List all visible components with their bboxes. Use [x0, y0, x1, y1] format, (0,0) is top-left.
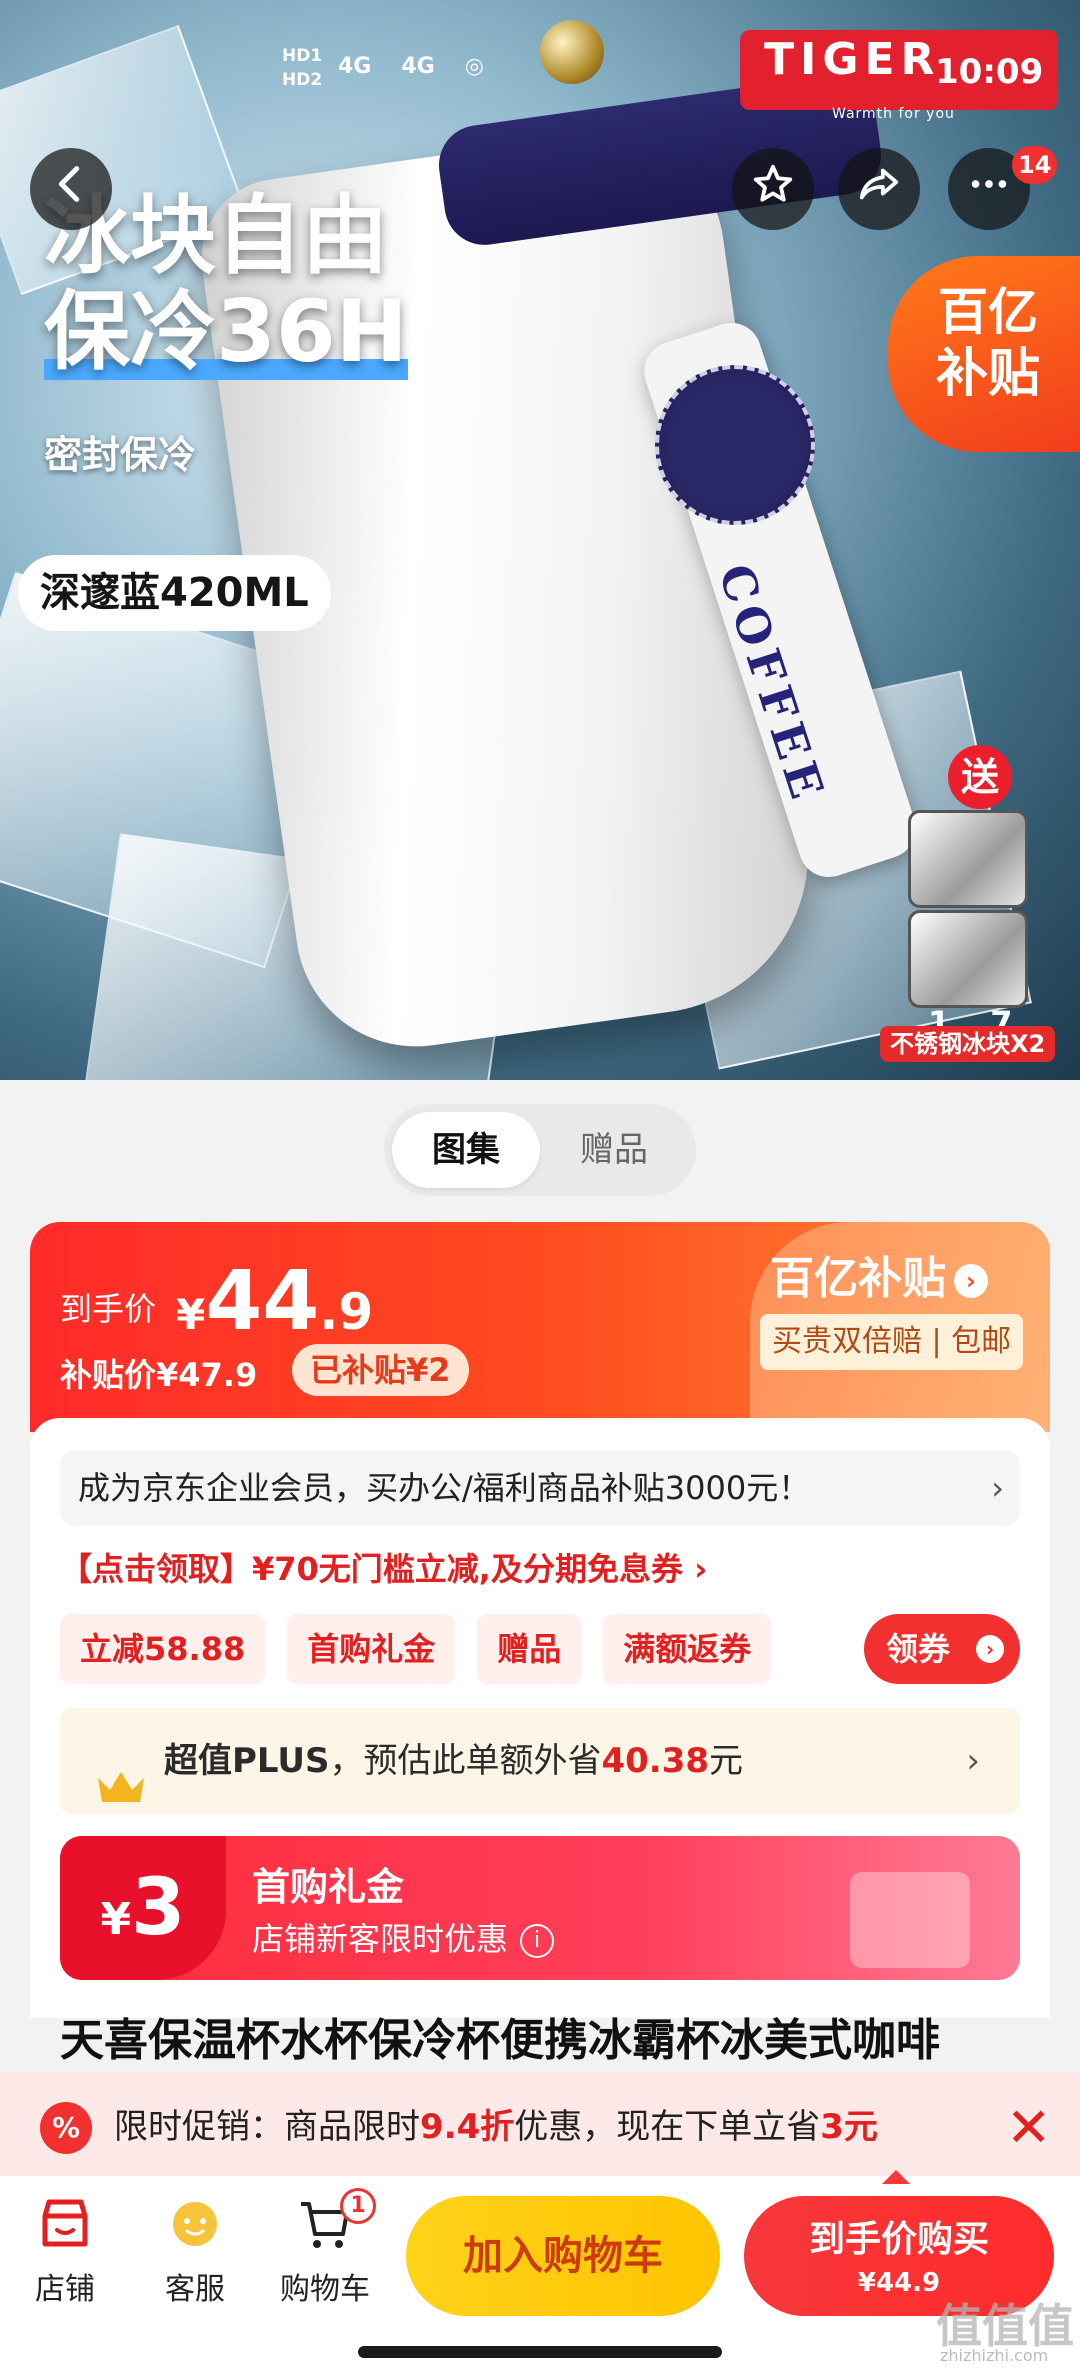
- gift-currency: ¥: [100, 1894, 132, 1945]
- discount-icon: %: [40, 2102, 92, 2154]
- tab-gifts[interactable]: 赠品: [540, 1112, 688, 1188]
- product-title: 天喜保温杯水杯保冷杯便携冰霸杯冰美式咖啡: [60, 2015, 940, 2066]
- status-signal: 4G 4G ◎: [338, 54, 484, 79]
- gift-desc-text: 店铺新客限时优惠: [252, 1920, 509, 1958]
- final-price-currency: ¥: [176, 1290, 206, 1339]
- subsidy-brand-label: 百亿补贴: [770, 1253, 946, 1304]
- cart-button[interactable]: 1 购物车: [260, 2188, 390, 2308]
- claim-coupon-link[interactable]: 【点击领取】¥70无门槛立减,及分期免息券 ›: [60, 1544, 707, 1590]
- promo-tags: 立减58.88 首购礼金 赠品 满额返券: [60, 1614, 772, 1684]
- bottle-knob: [540, 20, 604, 84]
- brand-logo-text: TIGER: [764, 34, 941, 85]
- subsidized-amount-badge: 已补贴¥2: [292, 1344, 469, 1396]
- customer-service-icon: [130, 2194, 260, 2254]
- steel-ice-cube-image: [908, 910, 1028, 1008]
- plus-amount: 40.38: [601, 1741, 710, 1781]
- status-hd1: HD1: [282, 46, 323, 66]
- star-icon: [750, 161, 796, 218]
- share-button[interactable]: [838, 148, 920, 230]
- plus-text: ，预估此单额外省: [329, 1741, 602, 1781]
- message-count-badge: 14: [1012, 146, 1058, 184]
- plus-brand: 超值PLUS: [164, 1741, 330, 1781]
- customer-service-button[interactable]: 客服: [130, 2194, 260, 2308]
- status-hd: HD1 HD2: [282, 44, 322, 92]
- cart-count-badge: 1: [340, 2188, 376, 2224]
- signal-icon: 4G: [401, 54, 435, 79]
- get-coupon-label: 领券: [886, 1630, 951, 1668]
- status-time: 10:09: [935, 52, 1044, 92]
- add-to-cart-button[interactable]: 加入购物车: [406, 2196, 720, 2316]
- gift-title: 首购礼金: [252, 1865, 405, 1909]
- gift-amount: ¥3: [60, 1836, 226, 1980]
- store-button[interactable]: 店铺: [0, 2194, 130, 2308]
- subsidy-badge-line2: 补贴: [935, 344, 1040, 404]
- back-arrow-icon: [48, 161, 94, 218]
- limited-promo-bar[interactable]: % 限时促销：商品限时9.4折优惠，现在下单立省3元 ✕: [0, 2072, 1080, 2176]
- gift-box-icon: [850, 1872, 970, 1968]
- promo-tag-first-gift[interactable]: 首购礼金: [287, 1614, 456, 1684]
- buy-pointer-arrow: [882, 2170, 910, 2184]
- info-icon[interactable]: i: [520, 1924, 555, 1958]
- price-guarantee: 买贵双倍赔 | 包邮: [760, 1314, 1024, 1370]
- share-icon: [856, 161, 902, 218]
- tab-gallery[interactable]: 图集: [392, 1112, 540, 1188]
- price-card: 到手价 ¥44.9 补贴价¥47.9 已补贴¥2 百亿补贴 › 买贵双倍赔 | 包…: [30, 1222, 1050, 1432]
- promo-tag-coupon[interactable]: 满额返券: [603, 1614, 772, 1684]
- subsidy-badge[interactable]: 百亿 补贴: [888, 256, 1080, 452]
- chevron-right-icon: ›: [976, 1635, 1004, 1663]
- gift-tag: 送: [948, 745, 1012, 809]
- final-price-int: 44: [205, 1254, 320, 1349]
- gift-value: 3: [131, 1863, 186, 1953]
- chevron-right-icon: ›: [991, 1469, 1004, 1507]
- chevron-right-icon: ›: [966, 1741, 980, 1781]
- final-price-label: 到手价: [60, 1290, 157, 1328]
- watermark-sub: zhizhizhi.com: [940, 2346, 1049, 2365]
- brand-slogan: Warmth for you: [832, 106, 955, 122]
- first-purchase-gift-card[interactable]: ¥3 首购礼金 店铺新客限时优惠 i: [60, 1836, 1020, 1980]
- gift-label: 不锈钢冰块X2: [880, 1026, 1056, 1062]
- enterprise-text: 成为京东企业会员，买办公/福利商品补贴3000元！: [78, 1469, 811, 1507]
- product-image-gallery[interactable]: COFFEE 冰块自由 保冷36H 密封保冷 深邃蓝420ML TIGER Wa…: [0, 0, 1080, 1080]
- plus-savings-bar[interactable]: 超值PLUS，预估此单额外省40.38元 ›: [60, 1708, 1020, 1814]
- subsidy-brand-link[interactable]: 百亿补贴 ›: [770, 1242, 988, 1306]
- close-icon[interactable]: ✕: [1006, 2096, 1051, 2159]
- promo-tag-discount[interactable]: 立减58.88: [60, 1614, 266, 1684]
- get-coupon-button[interactable]: 领券 ›: [864, 1614, 1020, 1684]
- gallery-tabs: 图集 赠品: [384, 1104, 696, 1196]
- steel-ice-cube-image: [908, 810, 1028, 908]
- limit-save: 3元: [820, 2107, 878, 2147]
- gift-desc: 店铺新客限时优惠 i: [252, 1914, 555, 1960]
- favorite-button[interactable]: [732, 148, 814, 230]
- buy-now-label: 到手价购买: [808, 2219, 989, 2260]
- store-icon: [0, 2194, 130, 2254]
- limit-prefix: 限时促销：商品限时: [114, 2107, 420, 2147]
- back-button[interactable]: [30, 148, 112, 230]
- plus-unit: 元: [709, 1741, 744, 1781]
- final-price-dec: .9: [319, 1283, 374, 1341]
- promo-tag-gift[interactable]: 赠品: [477, 1614, 582, 1684]
- chevron-right-icon: ›: [954, 1264, 988, 1298]
- subsidy-price: 补贴价¥47.9: [60, 1356, 258, 1394]
- hero-subtitle: 密封保冷: [44, 433, 197, 477]
- more-dots-icon: [966, 161, 1012, 218]
- store-label: 店铺: [35, 2272, 95, 2307]
- home-indicator[interactable]: [358, 2346, 722, 2358]
- limit-discount: 9.4折: [420, 2107, 515, 2147]
- subsidy-badge-line1: 百亿: [938, 283, 1038, 341]
- cart-label: 购物车: [280, 2272, 370, 2307]
- limited-promo-text: 限时促销：商品限时9.4折优惠，现在下单立省3元: [114, 2072, 878, 2182]
- final-price: ¥44.9: [176, 1254, 373, 1349]
- strap-badge: [655, 365, 815, 525]
- capacity-label: 深邃蓝420ML: [18, 555, 331, 631]
- hero-title-line2: 保冷36H: [44, 282, 408, 382]
- enterprise-member-banner[interactable]: 成为京东企业会员，买办公/福利商品补贴3000元！ ›: [60, 1450, 1020, 1526]
- customer-service-label: 客服: [165, 2272, 225, 2307]
- limit-middle: 优惠，现在下单立省: [514, 2107, 821, 2147]
- signal-icon: 4G: [338, 54, 372, 79]
- crown-icon: [96, 1742, 146, 1802]
- wifi-icon: ◎: [464, 54, 484, 79]
- status-hd2: HD2: [282, 70, 323, 90]
